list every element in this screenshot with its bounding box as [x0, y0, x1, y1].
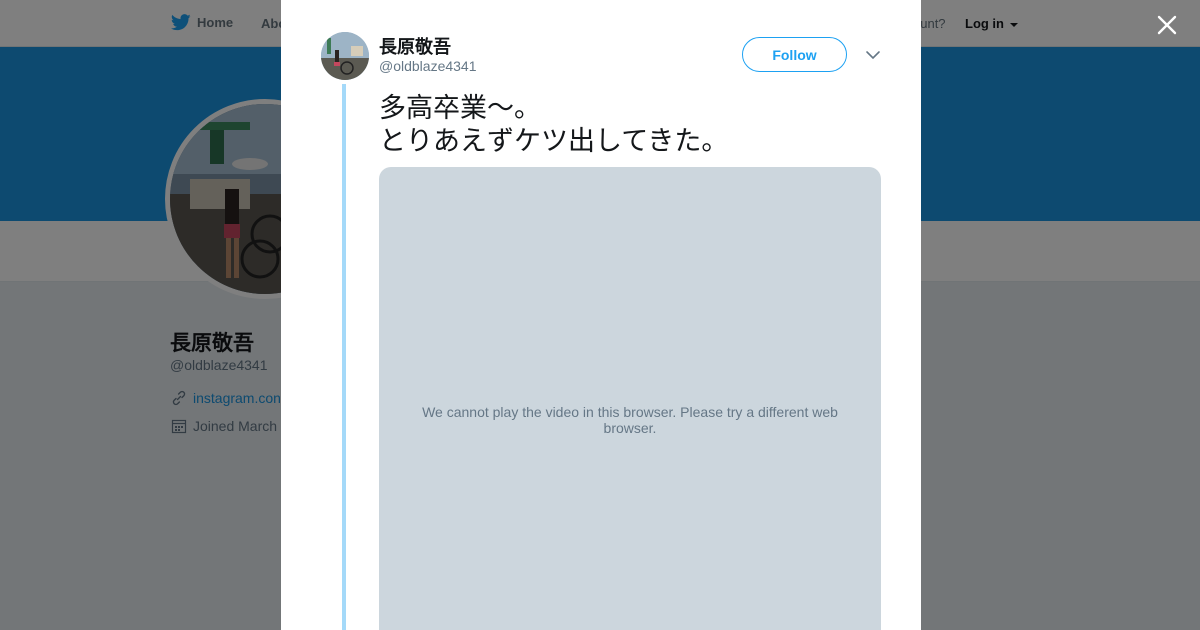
tweet-modal: 長原敬吾 @oldblaze4341 Follow 多高卒業～。 とりあえずケツ… [281, 0, 921, 630]
tweet-text-line: 多高卒業～。 [379, 93, 541, 124]
tweet-author-handle[interactable]: @oldblaze4341 [379, 58, 477, 74]
close-icon [1157, 15, 1177, 35]
close-button[interactable] [1154, 12, 1180, 38]
follow-button[interactable]: Follow [742, 37, 847, 72]
tweet-author-name[interactable]: 長原敬吾 [379, 33, 451, 59]
video-unsupported-message: We cannot play the video in this browser… [422, 404, 838, 436]
chevron-down-icon [866, 51, 880, 60]
tweet-author-avatar[interactable] [321, 32, 369, 80]
tweet-text-line: とりあえずケツ出してきた。 [379, 126, 729, 157]
tweet-options-button[interactable] [865, 48, 881, 60]
video-player[interactable]: We cannot play the video in this browser… [379, 167, 881, 630]
thread-line [342, 84, 346, 630]
tweet-text: 多高卒業～。 とりあえずケツ出してきた。 [379, 92, 728, 158]
author-photo [321, 32, 369, 80]
